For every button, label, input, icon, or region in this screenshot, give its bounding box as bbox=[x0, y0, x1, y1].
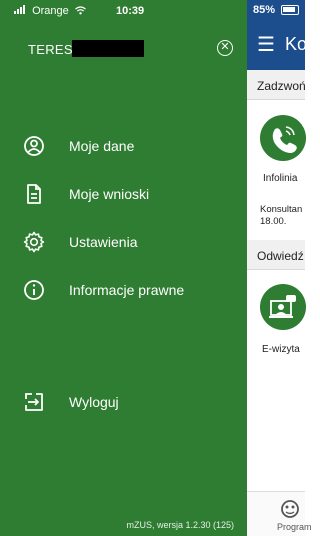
redacted-surname bbox=[72, 40, 144, 57]
battery-percentage: 85% bbox=[253, 4, 276, 16]
video-call-icon bbox=[269, 295, 296, 318]
menu-item-moje-dane[interactable]: Moje dane bbox=[0, 126, 247, 166]
account-circle-icon bbox=[24, 136, 44, 156]
section-body-visit: E-wizyta bbox=[247, 270, 306, 491]
carrier-group: Orange bbox=[14, 5, 86, 17]
wifi-icon bbox=[74, 5, 86, 17]
close-drawer-icon[interactable]: ✕ bbox=[217, 40, 233, 56]
menu-item-ustawienia[interactable]: Ustawienia bbox=[0, 222, 247, 262]
logout-icon bbox=[25, 393, 43, 411]
menu-item-wyloguj[interactable]: Wyloguj bbox=[0, 382, 247, 422]
app-version: mZUS, wersja 1.2.30 (125) bbox=[126, 520, 234, 530]
menu-item-informacje-prawne[interactable]: Informacje prawne bbox=[0, 270, 247, 310]
bottom-navigation: Program bbox=[247, 491, 312, 536]
section-body-call: Infolinia Konsultan 18.00. bbox=[247, 100, 306, 240]
section-header-call: Zadzwoń bbox=[247, 70, 305, 100]
consultant-text: Konsultan bbox=[260, 204, 303, 215]
clock: 10:39 bbox=[116, 5, 145, 17]
program-icon[interactable] bbox=[279, 498, 301, 520]
menu-item-moje-wnioski[interactable]: Moje wnioski bbox=[0, 174, 247, 214]
e-wizyta-tile[interactable] bbox=[260, 284, 306, 330]
battery-icon bbox=[281, 5, 299, 15]
hamburger-menu-icon[interactable]: ☰ bbox=[257, 35, 275, 55]
menu-item-label: Ustawienia bbox=[69, 234, 138, 250]
document-icon bbox=[27, 184, 41, 204]
bottom-nav-program-label: Program bbox=[277, 522, 312, 532]
menu-item-label: Wyloguj bbox=[69, 394, 119, 410]
main-status-bar: 85% bbox=[247, 0, 305, 22]
carrier-name: Orange bbox=[32, 5, 69, 17]
settings-gear-icon bbox=[23, 231, 45, 253]
menu-item-label: Informacje prawne bbox=[69, 282, 185, 298]
e-wizyta-label: E-wizyta bbox=[262, 344, 300, 355]
navigation-drawer: Orange 10:39 TERESA ✕ Moje dane Moje wni… bbox=[0, 0, 247, 536]
section-header-visit: Odwiedź bbox=[247, 240, 305, 270]
infolinia-tile[interactable] bbox=[260, 115, 306, 161]
menu-item-label: Moje wnioski bbox=[69, 186, 150, 202]
menu-item-label: Moje dane bbox=[69, 138, 135, 154]
phone-icon bbox=[272, 126, 297, 153]
main-title: Ko bbox=[285, 34, 308, 54]
info-icon bbox=[24, 280, 44, 300]
main-top-app-bar: ☰ Ko bbox=[247, 22, 308, 70]
drawer-status-bar: Orange 10:39 bbox=[0, 0, 247, 22]
infolinia-label: Infolinia bbox=[263, 173, 298, 184]
signal-strength-icon bbox=[14, 5, 26, 17]
consultant-hours-text: 18.00. bbox=[260, 216, 287, 227]
